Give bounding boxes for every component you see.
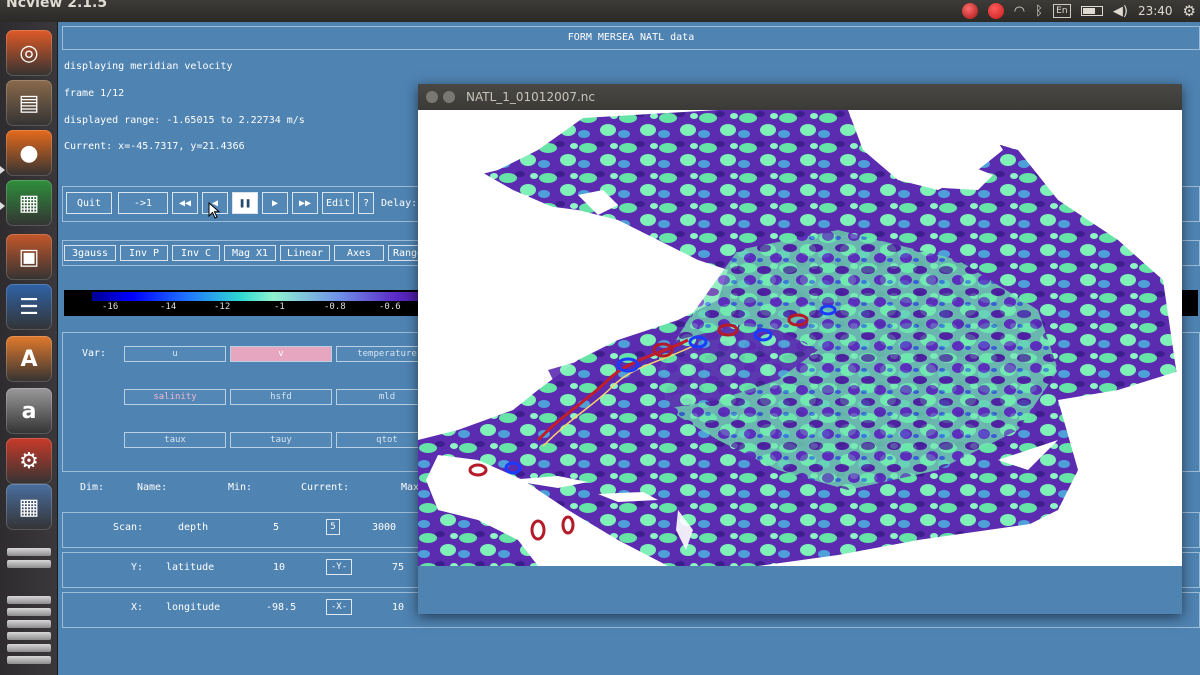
var-button-taux[interactable]: taux xyxy=(124,432,226,448)
running-indicator xyxy=(0,166,5,174)
running-indicator xyxy=(0,202,5,210)
colorbar-tick: -12 xyxy=(214,302,231,312)
var-button-salinity[interactable]: salinity xyxy=(124,389,226,405)
stacked-windows-icon[interactable] xyxy=(7,644,51,652)
image-window-titlebar[interactable]: NATL_1_01012007.nc xyxy=(418,84,1182,110)
clock[interactable]: 23:40 xyxy=(1138,4,1173,18)
dim-min: 5 xyxy=(273,522,280,533)
stacked-windows-icon[interactable] xyxy=(7,632,51,640)
var-button-tauy[interactable]: tauy xyxy=(230,432,332,448)
ubuntu-dash-icon[interactable]: ◎ xyxy=(6,30,52,76)
current-header: Current: xyxy=(301,482,350,493)
system-settings-icon[interactable]: ⚙ xyxy=(6,438,52,484)
inv-p-button[interactable]: Inv P xyxy=(120,245,168,261)
rewind-button[interactable]: ◀◀ xyxy=(172,192,198,214)
battery-icon[interactable] xyxy=(1080,6,1103,16)
colorbar-tick: -0.6 xyxy=(379,302,401,312)
dim-current-button[interactable]: 5 xyxy=(326,519,340,535)
software-center-icon[interactable]: A xyxy=(6,336,52,382)
displaying-text: displaying meridian velocity xyxy=(64,61,233,72)
amazon-icon[interactable]: a xyxy=(6,388,52,434)
window-title: Ncview 2.1.5 xyxy=(6,0,108,11)
colorbar-tick: -1 xyxy=(274,302,285,312)
velocity-map[interactable] xyxy=(418,110,1182,566)
system-tray: ◠ ᛒ En ◀) 23:40 ⚙ xyxy=(961,2,1196,20)
keyboard-layout-indicator[interactable]: En xyxy=(1052,4,1071,18)
velocity-map-svg xyxy=(418,110,1182,566)
dim-header: Dim: xyxy=(80,482,105,493)
dim-label: Y: xyxy=(131,562,144,573)
record-stop-icon[interactable] xyxy=(987,3,1004,19)
pause-button[interactable]: ❚❚ xyxy=(232,192,258,214)
dim-name: longitude xyxy=(166,602,221,613)
impress-icon[interactable]: ▣ xyxy=(6,234,52,280)
writer-icon[interactable]: ☰ xyxy=(6,284,52,330)
fast-forward-button[interactable]: ▶▶ xyxy=(292,192,318,214)
dim-label: Scan: xyxy=(113,522,144,533)
stacked-windows-icon[interactable] xyxy=(7,560,51,568)
frame-text: frame 1/12 xyxy=(64,88,125,99)
delay-label: Delay: xyxy=(381,198,418,209)
colorbar-tick: -14 xyxy=(160,302,177,312)
wifi-icon[interactable]: ◠ xyxy=(1014,4,1025,19)
mouse-cursor-icon xyxy=(208,202,221,219)
range-text: displayed range: -1.65015 to 2.22734 m/s xyxy=(64,115,305,126)
dim-max: 75 xyxy=(392,562,405,573)
stacked-windows-icon[interactable] xyxy=(7,596,51,604)
var-label: Var: xyxy=(82,348,107,359)
stacked-windows-icon[interactable] xyxy=(7,620,51,628)
var-button-hsfd[interactable]: hsfd xyxy=(230,389,332,405)
dim-min: -98.5 xyxy=(266,602,297,613)
dim-name: latitude xyxy=(166,562,215,573)
dim-current-button[interactable]: -X- xyxy=(326,599,352,615)
dim-max: 3000 xyxy=(372,522,397,533)
linear-button[interactable]: Linear xyxy=(280,245,330,261)
mag-button[interactable]: Mag X1 xyxy=(224,245,276,261)
dataset-title: FORM MERSEA NATL data xyxy=(567,32,695,43)
workspace-switcher-icon[interactable]: ▦ xyxy=(6,484,52,530)
dim-current-button[interactable]: -Y- xyxy=(326,559,352,575)
calc-icon[interactable]: ▦ xyxy=(6,180,52,226)
first-frame-button[interactable]: ->1 xyxy=(118,192,168,214)
record-indicator-icon[interactable] xyxy=(961,3,978,19)
volume-icon[interactable]: ◀) xyxy=(1113,4,1128,19)
image-window[interactable]: NATL_1_01012007.nc xyxy=(418,84,1182,614)
step-forward-button[interactable]: ▶ xyxy=(262,192,288,214)
system-top-bar: Ncview 2.1.5 ◠ ᛒ En ◀) 23:40 ⚙ xyxy=(0,0,1200,22)
unity-launcher: ◎ ▤ ● ▦ ▣ ☰ Aa ⚙ ▦ xyxy=(0,22,58,675)
dim-max: 10 xyxy=(392,602,405,613)
colorbar-gradient xyxy=(92,292,422,301)
gear-icon[interactable]: ⚙ xyxy=(1183,2,1196,20)
current-position-text: Current: x=-45.7317, y=21.4366 xyxy=(64,141,245,152)
var-button-v[interactable]: v xyxy=(230,346,332,362)
colorbar-tick: -0.8 xyxy=(324,302,346,312)
colorbar-tick: -16 xyxy=(102,302,119,312)
files-icon[interactable]: ▤ xyxy=(6,80,52,126)
dim-min: 10 xyxy=(273,562,286,573)
stacked-windows-icon[interactable] xyxy=(7,548,51,556)
close-icon[interactable] xyxy=(426,91,438,103)
quit-button[interactable]: Quit xyxy=(66,192,112,214)
3gauss-button[interactable]: 3gauss xyxy=(64,245,116,261)
min-header: Min: xyxy=(228,482,253,493)
name-header: Name: xyxy=(137,482,168,493)
stacked-windows-icon[interactable] xyxy=(7,656,51,664)
max-header: Max xyxy=(401,482,420,493)
firefox-icon[interactable]: ● xyxy=(6,130,52,176)
axes-button[interactable]: Axes xyxy=(334,245,384,261)
help-button[interactable]: ? xyxy=(358,192,374,214)
inv-c-button[interactable]: Inv C xyxy=(172,245,220,261)
dim-label: X: xyxy=(131,602,144,613)
edit-button[interactable]: Edit xyxy=(322,192,354,214)
var-button-u[interactable]: u xyxy=(124,346,226,362)
dim-name: depth xyxy=(178,522,209,533)
image-window-title: NATL_1_01012007.nc xyxy=(466,90,595,104)
minimize-icon[interactable] xyxy=(443,91,455,103)
stacked-windows-icon[interactable] xyxy=(7,608,51,616)
bluetooth-icon[interactable]: ᛒ xyxy=(1035,4,1043,19)
